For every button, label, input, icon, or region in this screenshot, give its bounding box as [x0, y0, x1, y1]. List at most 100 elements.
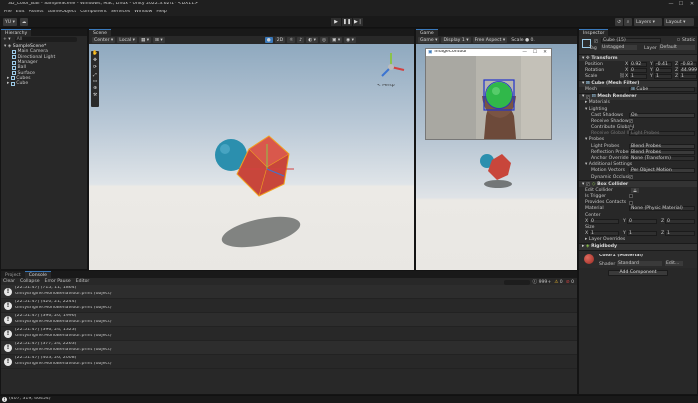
- pause-button[interactable]: ❚❚: [342, 18, 352, 26]
- shader-dropdown[interactable]: Standard: [617, 260, 662, 266]
- status-text[interactable]: (407, 319, 46454): [9, 397, 51, 402]
- audio-toggle-icon[interactable]: ♪: [297, 37, 305, 43]
- add-icon[interactable]: + ▾: [3, 37, 11, 42]
- tab-game[interactable]: Game: [416, 29, 438, 36]
- error-count-toggle[interactable]: ⊘ 0: [566, 280, 574, 285]
- warning-count-toggle[interactable]: ⚠ 0: [554, 280, 563, 285]
- box-collider-checkbox[interactable]: ✓: [585, 182, 590, 187]
- center-z[interactable]: 0: [665, 218, 695, 224]
- box-collider-header[interactable]: ▾ ✓ ◇ Box Collider: [579, 180, 697, 188]
- log-entry[interactable]: ! [22:51:47] (420, 21, 2244) UnityEngine.M…: [1, 299, 577, 313]
- size-y[interactable]: 1: [627, 231, 657, 237]
- receive-shadows-checkbox[interactable]: ✓: [629, 119, 633, 124]
- layers-dropdown[interactable]: Layers ▾: [634, 18, 662, 26]
- material-field[interactable]: None (Physic Material): [629, 206, 695, 212]
- provides-contacts-checkbox[interactable]: [629, 200, 633, 205]
- menu-edit[interactable]: Edit: [16, 10, 25, 15]
- info-count-toggle[interactable]: ⓘ 999+: [533, 279, 552, 285]
- mesh-field[interactable]: ⊞ Cube: [629, 87, 695, 93]
- popup-minimize-icon[interactable]: —: [522, 50, 527, 55]
- history-icon[interactable]: ↺: [615, 18, 623, 26]
- edit-collider-button[interactable]: ⟁: [631, 187, 639, 194]
- pivot-center-dropdown[interactable]: Center ▾: [92, 37, 116, 43]
- log-entry[interactable]: ! [22:51:47] (403, 26, 2008) UnityEngine.M…: [1, 355, 577, 369]
- light-probes-dropdown[interactable]: Blend Probes: [629, 143, 695, 149]
- snap-increment-icon[interactable]: ⊞ ▾: [153, 37, 165, 43]
- editor-dropdown[interactable]: Editor: [76, 279, 90, 284]
- object-name-field[interactable]: Cube (15): [601, 38, 661, 43]
- gizmos-dropdown-icon[interactable]: ◉ ▾: [344, 37, 356, 43]
- scene-viewport[interactable]: ✋ ✥ ⟳ ⤢ ▭ ⊕ ⚒ < Persp: [89, 44, 414, 270]
- scale-slider[interactable]: Scale ● 0.: [509, 37, 537, 43]
- log-entry[interactable]: ! [22:51:47] (396, 24, 1323) UnityEngine.M…: [1, 327, 577, 341]
- game-viewport[interactable]: ▣ ImageContour — ☐ ✕: [416, 44, 577, 270]
- error-pause-button[interactable]: Error Pause: [45, 279, 71, 284]
- tag-dropdown[interactable]: Untagged: [601, 45, 637, 50]
- rotation-z[interactable]: 44.999: [679, 67, 697, 73]
- mode-2d-toggle[interactable]: 2D: [274, 37, 286, 43]
- camera-dropdown-icon[interactable]: ▣ ▾: [330, 37, 343, 43]
- position-x[interactable]: 0.92: [629, 61, 647, 67]
- hidden-objects-icon[interactable]: ◎: [320, 37, 329, 43]
- game-mode-dropdown[interactable]: Game ▾: [418, 37, 440, 43]
- clear-button[interactable]: Clear: [3, 279, 15, 284]
- size-x[interactable]: 1: [589, 231, 619, 237]
- minimize-icon[interactable]: —: [666, 1, 676, 7]
- add-component-button[interactable]: Add Component: [608, 269, 668, 276]
- center-x[interactable]: 0: [589, 218, 619, 224]
- menu-assets[interactable]: Assets: [29, 10, 44, 15]
- grid-snap-icon[interactable]: ▦ ▾: [138, 37, 152, 43]
- collapse-button[interactable]: Collapse: [20, 279, 40, 284]
- tab-project[interactable]: Project: [1, 271, 25, 278]
- popup-maximize-icon[interactable]: ☐: [533, 50, 537, 55]
- is-trigger-checkbox[interactable]: [629, 194, 633, 199]
- log-entry[interactable]: ! [22:51:47] (377, 24, 2263) UnityEngine.M…: [1, 341, 577, 355]
- display-dropdown[interactable]: Display 1 ▾: [441, 37, 471, 43]
- size-z[interactable]: 1: [665, 231, 695, 237]
- mesh-renderer-header[interactable]: ▾ ✓ ⊟ Mesh Renderer: [579, 92, 697, 100]
- search-icon[interactable]: ⌕: [624, 18, 632, 26]
- mesh-renderer-checkbox[interactable]: ✓: [585, 94, 590, 99]
- menu-component[interactable]: Component: [80, 10, 107, 15]
- imagecontour-window[interactable]: ▣ ImageContour — ☐ ✕: [425, 48, 552, 140]
- maximize-icon[interactable]: ☐: [676, 1, 686, 7]
- scale-z[interactable]: 1: [679, 73, 697, 79]
- link-icon[interactable]: ⛓: [619, 74, 625, 79]
- cast-shadows-dropdown[interactable]: On: [629, 112, 695, 118]
- lighting-toggle-icon[interactable]: ☼: [287, 37, 296, 43]
- menu-window[interactable]: Window: [134, 10, 152, 15]
- menu-help[interactable]: Help: [156, 10, 166, 15]
- tab-hierarchy[interactable]: Hierarchy: [1, 29, 32, 36]
- tab-scene[interactable]: Scene: [89, 29, 112, 36]
- tab-console[interactable]: Console: [24, 271, 51, 278]
- rotation-y[interactable]: 0: [654, 67, 672, 73]
- tab-inspector[interactable]: Inspector: [579, 29, 609, 36]
- layer-dropdown[interactable]: Default: [659, 45, 695, 50]
- hierarchy-search[interactable]: All: [14, 37, 77, 42]
- position-y[interactable]: -0.41: [654, 61, 672, 67]
- center-y[interactable]: 0: [627, 218, 657, 224]
- rotation-x[interactable]: 0: [629, 67, 647, 73]
- contribute-gi-checkbox[interactable]: [629, 125, 633, 130]
- account-dropdown[interactable]: YU ▾: [3, 18, 17, 26]
- popup-close-icon[interactable]: ✕: [543, 50, 547, 55]
- aspect-dropdown[interactable]: Free Aspect ▾: [472, 37, 508, 43]
- close-icon[interactable]: ✕: [687, 1, 697, 7]
- console-search[interactable]: [503, 279, 530, 285]
- cloud-icon[interactable]: ☁: [20, 18, 28, 26]
- log-entry[interactable]: ! [22:51:47] (715, 11, 1864) UnityEngine.M…: [1, 285, 577, 299]
- effects-dropdown-icon[interactable]: ◐ ▾: [306, 37, 318, 43]
- motion-vectors-dropdown[interactable]: Per Object Motion: [629, 168, 695, 174]
- layout-dropdown[interactable]: Layout ▾: [664, 18, 694, 26]
- step-button[interactable]: ▶❘: [353, 18, 363, 26]
- reflection-probes-dropdown[interactable]: Blend Probes: [629, 149, 695, 155]
- play-button[interactable]: ▶: [331, 18, 341, 26]
- rigidbody-header[interactable]: ▸ ◈ Rigidbody: [579, 242, 697, 250]
- render-mode-icon[interactable]: ●: [264, 37, 273, 43]
- dynamic-occlusion-checkbox[interactable]: ✓: [629, 175, 633, 180]
- menu-gameobject[interactable]: GameObject: [48, 10, 77, 15]
- static-toggle[interactable]: Static: [677, 38, 695, 43]
- log-entry[interactable]: ! [22:51:47] (396, 20, 1996) UnityEngine.M…: [1, 313, 577, 327]
- pivot-local-dropdown[interactable]: Local ▾: [117, 37, 137, 43]
- mesh-filter-header[interactable]: ▾ ⊞ Cube (Mesh Filter): [579, 79, 697, 87]
